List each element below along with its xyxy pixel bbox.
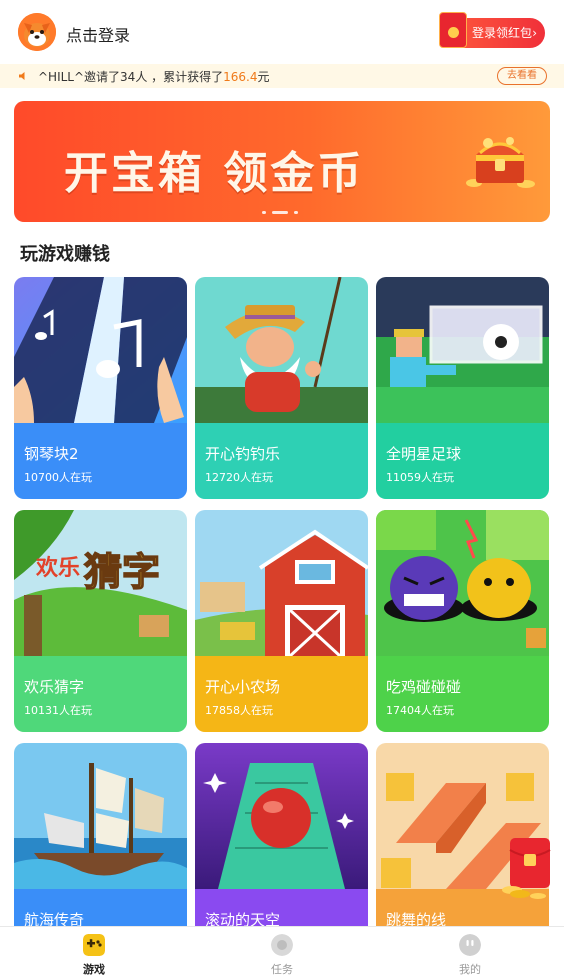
profile-icon bbox=[459, 934, 481, 956]
svg-text:欢乐: 欢乐 bbox=[35, 555, 80, 581]
game-card-footer: 吃鸡碰碰碰 17404人在玩 bbox=[376, 656, 549, 732]
invite-unit: 元 bbox=[257, 70, 270, 84]
treasure-chest-icon bbox=[466, 137, 535, 188]
speaker-icon bbox=[19, 72, 25, 80]
farm-art-icon bbox=[195, 510, 368, 656]
banner-pagination bbox=[262, 211, 302, 215]
tab-profile[interactable]: 我的 bbox=[376, 927, 564, 980]
game-play-count: 12720人在玩 bbox=[205, 471, 273, 484]
svg-text:猜字: 猜字 bbox=[84, 550, 160, 594]
fishing-art-icon bbox=[195, 277, 368, 423]
tab-profile-label: 我的 bbox=[459, 963, 481, 976]
game-icon bbox=[83, 934, 105, 956]
section-title: 玩游戏赚钱 bbox=[20, 244, 110, 265]
game-play-count: 17404人在玩 bbox=[386, 704, 454, 717]
tab-task-label: 任务 bbox=[271, 963, 293, 976]
game-play-count: 10700人在玩 bbox=[24, 471, 92, 484]
open-chest-banner[interactable]: 开宝箱 领金币 bbox=[14, 101, 550, 222]
soccer-art-icon bbox=[376, 277, 549, 423]
piano-tiles-art-icon bbox=[14, 277, 187, 423]
game-card-footer: 钢琴块2 10700人在玩 bbox=[14, 423, 187, 499]
game-name: 开心小农场 bbox=[205, 678, 281, 696]
task-icon bbox=[271, 934, 293, 956]
avatar[interactable] bbox=[18, 13, 56, 51]
sailing-art-icon bbox=[14, 743, 187, 889]
game-card-footer: 开心小农场 17858人在玩 bbox=[195, 656, 368, 732]
invite-notice-prefix: ^HILL^邀请了34人 ，累计获得了 bbox=[38, 70, 224, 84]
app-page: 点击登录 登录领红包 › ^HILL^邀请了34人 ，累计获得了166.4元 去… bbox=[0, 0, 564, 980]
bumper-art-icon bbox=[376, 510, 549, 656]
game-card[interactable]: 全明星足球 11059人在玩 bbox=[376, 277, 549, 499]
game-card[interactable]: 欢乐 猜字 欢乐猜字 10131人在玩 bbox=[14, 510, 187, 732]
login-link[interactable]: 点击登录 bbox=[66, 22, 130, 46]
see-more-button[interactable]: 去看看 bbox=[497, 67, 547, 85]
invite-notice-bar: ^HILL^邀请了34人 ，累计获得了166.4元 去看看 bbox=[0, 64, 564, 88]
banner-dot bbox=[262, 211, 266, 214]
game-name: 钢琴块2 bbox=[24, 445, 79, 463]
game-play-count: 11059人在玩 bbox=[386, 471, 454, 484]
invite-notice-text: ^HILL^邀请了34人 ，累计获得了166.4元 bbox=[38, 68, 270, 85]
game-name: 开心钓钓乐 bbox=[205, 445, 281, 463]
banner-title: 开宝箱 领金币 bbox=[64, 148, 365, 199]
dog-avatar-icon bbox=[18, 13, 56, 51]
banner-dot-active bbox=[272, 211, 288, 214]
header: 点击登录 登录领红包 › bbox=[0, 0, 564, 64]
floating-red-envelope-icon[interactable] bbox=[500, 836, 554, 900]
word-guess-art-icon: 欢乐 猜字 bbox=[14, 510, 187, 656]
game-card[interactable]: 钢琴块2 10700人在玩 bbox=[14, 277, 187, 499]
game-card-footer: 欢乐猜字 10131人在玩 bbox=[14, 656, 187, 732]
redpack-button-label: 登录领红包 bbox=[472, 26, 533, 40]
game-name: 全明星足球 bbox=[386, 445, 462, 463]
banner-dot bbox=[294, 211, 298, 214]
game-card[interactable]: 开心小农场 17858人在玩 bbox=[195, 510, 368, 732]
invite-amount: 166.4 bbox=[223, 70, 258, 84]
rolling-sky-art-icon bbox=[195, 743, 368, 889]
chevron-right-icon: › bbox=[532, 26, 537, 40]
game-card-footer: 全明星足球 11059人在玩 bbox=[376, 423, 549, 499]
game-card-footer: 开心钓钓乐 12720人在玩 bbox=[195, 423, 368, 499]
red-envelope-icon bbox=[439, 12, 467, 48]
game-card[interactable]: 吃鸡碰碰碰 17404人在玩 bbox=[376, 510, 549, 732]
game-card[interactable]: 开心钓钓乐 12720人在玩 bbox=[195, 277, 368, 499]
game-play-count: 10131人在玩 bbox=[24, 704, 92, 717]
tab-game[interactable]: 游戏 bbox=[0, 927, 188, 980]
game-play-count: 17858人在玩 bbox=[205, 704, 273, 717]
bottom-tab-bar: 游戏 任务 我的 bbox=[0, 926, 564, 980]
tab-game-label: 游戏 bbox=[83, 963, 105, 976]
game-name: 欢乐猜字 bbox=[24, 678, 85, 696]
game-name: 吃鸡碰碰碰 bbox=[386, 678, 462, 696]
tab-task[interactable]: 任务 bbox=[188, 927, 376, 980]
